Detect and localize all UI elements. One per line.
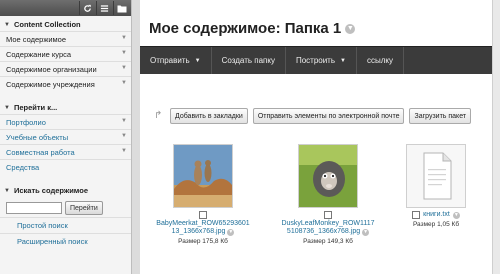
- simple-search-link[interactable]: Простой поиск: [0, 217, 131, 233]
- nav-collaboration-label: Совместная работа: [6, 147, 75, 157]
- nav-learning-objects-label: Учебные объекты: [6, 132, 69, 142]
- file-tile: книги.txt ▼ Размер 1,05 Кб: [396, 144, 476, 228]
- file-size: Размер 149,3 Кб: [303, 238, 353, 245]
- refresh-icon[interactable]: [79, 1, 95, 15]
- upload-package-button[interactable]: Загрузить пакет: [409, 108, 472, 124]
- action-bar: Отправить ▼ Создать папку Построить ▼ сс…: [140, 46, 493, 74]
- bookmark-button[interactable]: Добавить в закладки: [170, 108, 248, 124]
- page-title: Мое содержимое: Папка 1 ▼: [149, 20, 356, 37]
- file-name-line: книги.txt: [423, 211, 450, 218]
- page-scrollbar[interactable]: [492, 0, 500, 274]
- file-tile: BabyMeerkat_ROW65293601 13_1366x768.jpg …: [150, 144, 256, 245]
- chevron-down-icon: ▼: [194, 57, 201, 64]
- collapse-triangle-icon: ▼: [4, 21, 10, 28]
- meerkat-thumbnail[interactable]: [173, 144, 233, 208]
- collapse-triangle-icon: ▼: [4, 104, 10, 111]
- file-name-line2-row: 13_1366x768.jpg ▼: [150, 228, 256, 236]
- chevron-down-icon: ▼: [340, 57, 346, 64]
- dropdown-chevron-icon[interactable]: ▼: [362, 228, 370, 236]
- item-toolbar: Добавить в закладки Отправить элементы п…: [170, 108, 472, 124]
- nav-learning-objects[interactable]: Учебные объекты ▼: [0, 129, 131, 144]
- dropdown-chevron-icon[interactable]: ▼: [227, 228, 235, 236]
- file-checkbox[interactable]: [199, 211, 207, 219]
- nav-my-content-label: Мое содержимое: [6, 34, 67, 44]
- build-menu[interactable]: Построить ▼: [286, 47, 357, 74]
- search-go-button[interactable]: Перейти: [65, 201, 103, 215]
- nav-course-content-label: Содержание курса: [6, 49, 72, 59]
- file-size: Размер 1,05 Кб: [412, 221, 460, 228]
- nav-tools[interactable]: Средства: [0, 159, 131, 174]
- folder-icon[interactable]: [113, 1, 129, 15]
- nav-organization-content-label: Содержимое организации: [6, 64, 97, 74]
- nav-my-content[interactable]: Мое содержимое ▼: [0, 31, 131, 46]
- file-name-line: 13_1366x768.jpg: [171, 228, 226, 235]
- goto-title: Перейти к...: [13, 103, 58, 112]
- expand-arrow-icon[interactable]: ▼: [121, 80, 127, 86]
- goto-header[interactable]: ▼ Перейти к...: [0, 101, 131, 114]
- nav-organization-content[interactable]: Содержимое организации ▼: [0, 61, 131, 76]
- expand-arrow-icon[interactable]: ▼: [121, 148, 127, 154]
- expand-arrow-icon[interactable]: ▼: [121, 65, 127, 71]
- build-menu-label: Построить: [295, 56, 336, 65]
- monkey-thumbnail[interactable]: [298, 144, 358, 208]
- create-folder-button[interactable]: Создать папку: [212, 47, 286, 74]
- dropdown-chevron-icon[interactable]: ▼: [452, 211, 460, 219]
- nav-portfolio-label: Портфолио: [6, 117, 46, 127]
- advanced-search-link[interactable]: Расширенный поиск: [0, 233, 131, 249]
- file-checkbox[interactable]: [412, 211, 421, 219]
- upload-menu-label: Отправить: [150, 56, 190, 65]
- content-collection-title: Content Collection: [13, 20, 81, 29]
- search-content-header[interactable]: ▼ Искать содержимое: [0, 184, 131, 197]
- nav-tools-label: Средства: [6, 162, 40, 172]
- nav-portfolio[interactable]: Портфолио ▼: [0, 114, 131, 129]
- file-name-line2-row: 5108736_1366x768.jpg ▼: [275, 228, 381, 236]
- file-name-link[interactable]: DuskyLeafMonkey_ROW1117 5108736_1366x768…: [275, 220, 381, 236]
- page-title-text: Мое содержимое: Папка 1: [149, 20, 342, 37]
- file-name-line: BabyMeerkat_ROW65293601: [156, 220, 250, 227]
- content-collection-header[interactable]: ▼ Content Collection: [0, 18, 131, 31]
- file-checkbox[interactable]: [324, 211, 332, 219]
- dropdown-chevron-icon[interactable]: ▼: [345, 23, 356, 34]
- file-name-link[interactable]: книги.txt ▼: [396, 211, 476, 219]
- link-button[interactable]: ссылку: [357, 47, 404, 74]
- file-name-line: DuskyLeafMonkey_ROW1117: [281, 220, 375, 227]
- expand-arrow-icon[interactable]: ▼: [121, 133, 127, 139]
- title-area: Мое содержимое: Папка 1 ▼: [140, 0, 493, 46]
- nav-institution-content[interactable]: Содержимое учреждения ▼: [0, 76, 131, 91]
- file-tile: DuskyLeafMonkey_ROW1117 5108736_1366x768…: [275, 144, 381, 245]
- search-input[interactable]: [6, 202, 62, 214]
- nav-institution-content-label: Содержимое учреждения: [6, 79, 95, 89]
- nav-course-content[interactable]: Содержание курса ▼: [0, 46, 131, 61]
- search-content-title: Искать содержимое: [13, 186, 89, 195]
- nav-collaboration[interactable]: Совместная работа ▼: [0, 144, 131, 159]
- text-file-thumbnail[interactable]: [406, 144, 466, 208]
- file-name-link[interactable]: BabyMeerkat_ROW65293601 13_1366x768.jpg …: [150, 220, 256, 236]
- link-label: ссылку: [366, 56, 393, 65]
- search-row: Перейти: [0, 197, 131, 217]
- main-content: Мое содержимое: Папка 1 ▼ Отправить ▼ Со…: [140, 0, 493, 274]
- collapse-triangle-icon: ▼: [4, 187, 10, 194]
- expand-arrow-icon[interactable]: ▼: [121, 50, 127, 56]
- email-items-button[interactable]: Отправить элементы по электронной почте: [252, 108, 405, 124]
- file-gallery: BabyMeerkat_ROW65293601 13_1366x768.jpg …: [140, 144, 493, 274]
- file-name-line: 5108736_1366x768.jpg: [286, 228, 361, 235]
- expand-arrow-icon[interactable]: ▼: [121, 118, 127, 124]
- file-size: Размер 175,8 Кб: [178, 238, 228, 245]
- create-folder-label: Создать папку: [221, 56, 275, 65]
- sidebar-toolbar: [0, 0, 131, 16]
- list-icon[interactable]: [96, 1, 112, 15]
- sidebar: ▼ Content Collection Мое содержимое ▼ Со…: [0, 0, 132, 274]
- expand-arrow-icon[interactable]: ▼: [121, 35, 127, 41]
- upload-menu[interactable]: Отправить ▼: [140, 47, 212, 74]
- selection-arrow-icon: ↱: [154, 110, 163, 121]
